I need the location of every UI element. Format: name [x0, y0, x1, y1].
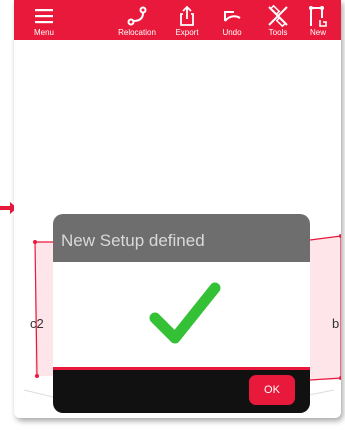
pointer-arrow [0, 202, 17, 214]
relocation-button[interactable]: Relocation [111, 0, 163, 40]
checkmark-icon [149, 282, 221, 344]
relocation-icon [111, 5, 163, 27]
dialog-footer: OK [53, 370, 310, 413]
corner-label-b: b [332, 316, 340, 331]
new-button[interactable]: New [292, 0, 341, 40]
hamburger-icon [18, 5, 70, 27]
new-label: New [309, 28, 326, 37]
dialog-title: New Setup defined [61, 231, 205, 250]
undo-icon [206, 5, 258, 27]
menu-button[interactable]: Menu [18, 0, 70, 40]
app-window: Menu Relocation Export Undo Tools New c2… [14, 0, 341, 418]
dialog-header: New Setup defined [53, 214, 310, 262]
dialog-body [53, 262, 310, 370]
ok-button[interactable]: OK [249, 375, 295, 405]
setup-dialog: New Setup defined OK [53, 214, 310, 413]
undo-button[interactable]: Undo [206, 0, 258, 40]
relocation-label: Relocation [118, 28, 156, 37]
top-toolbar: Menu Relocation Export Undo Tools New [14, 0, 341, 40]
undo-label: Undo [222, 28, 242, 37]
corner-label-c2: c2 [30, 316, 44, 331]
menu-label: Menu [33, 28, 54, 37]
new-sketch-icon [292, 5, 341, 27]
